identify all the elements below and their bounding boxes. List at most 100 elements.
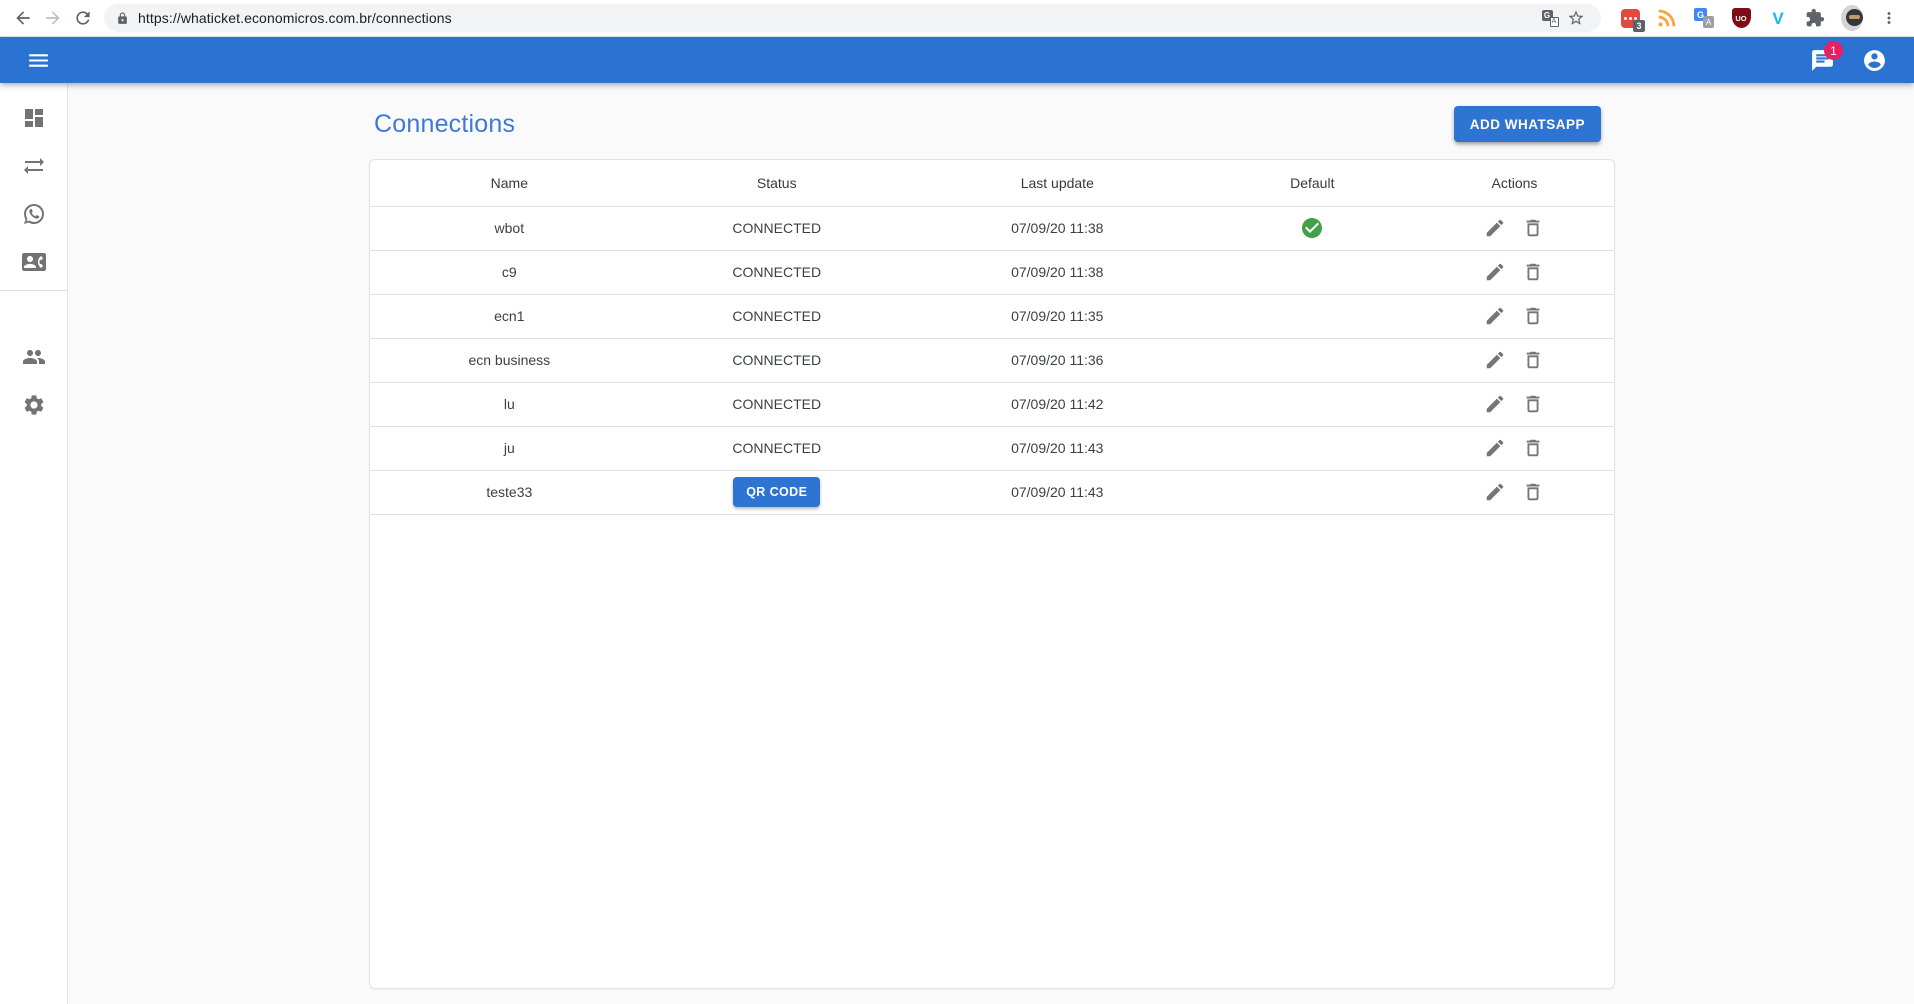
extension-badge: 3 [1633,20,1645,32]
sidebar-item-users[interactable] [0,333,67,381]
delete-icon [1522,217,1544,239]
status-text: CONNECTED [732,264,821,280]
app-bar: 1 [0,37,1914,83]
table-row: ju CONNECTED 07/09/20 11:43 [370,426,1614,470]
qr-code-button[interactable]: QR CODE [733,477,820,507]
status-text: CONNECTED [732,308,821,324]
bookmark-button[interactable] [1563,5,1589,31]
table-row: ecn business CONNECTED 07/09/20 11:36 [370,338,1614,382]
delete-button[interactable] [1519,478,1547,506]
url-text: https://whaticket.economicros.com.br/con… [138,10,1537,26]
google-translate-icon: G A [1694,8,1714,28]
add-whatsapp-button[interactable]: ADD WHATSAPP [1454,106,1601,142]
dashboard-icon [22,106,46,130]
delete-button[interactable] [1519,390,1547,418]
extension-vimeo-button[interactable]: V [1767,7,1789,29]
sidebar-item-settings[interactable] [0,381,67,429]
account-button[interactable] [1856,42,1892,78]
delete-icon [1522,393,1544,415]
sync-alt-icon [22,154,46,178]
hamburger-icon [26,48,51,73]
edit-button[interactable] [1481,302,1509,330]
browser-menu-button[interactable] [1878,7,1900,29]
edit-icon [1484,393,1506,415]
default-check-icon [1300,219,1324,235]
people-icon [22,345,46,369]
delete-icon [1522,261,1544,283]
refresh-icon [73,8,93,28]
extension-rss-button[interactable] [1656,7,1678,29]
profile-avatar [1841,5,1863,31]
edit-button[interactable] [1481,346,1509,374]
sidebar-item-dashboard[interactable] [0,94,67,142]
account-circle-icon [1862,48,1887,73]
extension-ublock-button[interactable]: UO [1730,7,1752,29]
edit-button[interactable] [1481,478,1509,506]
extensions-menu-button[interactable] [1804,7,1826,29]
main-content: Connections ADD WHATSAPP Name Status Las… [68,83,1914,1004]
delete-icon [1522,305,1544,327]
browser-profile-button[interactable] [1841,7,1863,29]
cell-last-update: 07/09/20 11:43 [905,470,1210,514]
delete-button[interactable] [1519,346,1547,374]
edit-button[interactable] [1481,390,1509,418]
column-header-actions: Actions [1415,160,1614,206]
browser-toolbar: https://whaticket.economicros.com.br/con… [0,0,1914,37]
notification-badge: 1 [1824,41,1843,60]
ublock-shield-icon: UO [1732,8,1751,28]
delete-button[interactable] [1519,214,1547,242]
status-text: CONNECTED [732,220,821,236]
notifications-button[interactable]: 1 [1804,42,1840,78]
column-header-name: Name [370,160,649,206]
extension-translate-button[interactable]: G A [1693,7,1715,29]
menu-button[interactable] [20,42,56,78]
sidebar-item-tickets[interactable] [0,190,67,238]
edit-icon [1484,437,1506,459]
cell-last-update: 07/09/20 11:36 [905,338,1210,382]
vimeo-icon: V [1772,10,1783,27]
translate-icon: G A [1542,10,1559,27]
edit-icon [1484,305,1506,327]
back-button[interactable] [8,3,38,33]
lock-icon[interactable] [116,12,129,25]
cell-last-update: 07/09/20 11:38 [905,250,1210,294]
delete-button[interactable] [1519,302,1547,330]
refresh-button[interactable] [68,3,98,33]
table-row: ecn1 CONNECTED 07/09/20 11:35 [370,294,1614,338]
gear-icon [22,393,46,417]
more-vert-icon [1880,9,1898,27]
puzzle-icon [1805,8,1825,28]
contact-phone-icon [22,250,46,274]
column-header-status: Status [649,160,905,206]
delete-icon [1522,481,1544,503]
cell-name: ju [370,426,649,470]
edit-icon [1484,261,1506,283]
delete-icon [1522,349,1544,371]
extension-red-chat-button[interactable]: 3 [1619,7,1641,29]
sidebar-item-connections[interactable] [0,142,67,190]
extensions-area: 3 G A UO V [1609,7,1906,29]
sidebar [0,83,68,1004]
connections-table: Name Status Last update Default Actions … [370,160,1614,515]
edit-button[interactable] [1481,434,1509,462]
cell-last-update: 07/09/20 11:43 [905,426,1210,470]
sidebar-item-contacts[interactable] [0,238,67,286]
cell-last-update: 07/09/20 11:42 [905,382,1210,426]
delete-icon [1522,437,1544,459]
translate-page-button[interactable]: G A [1537,5,1563,31]
table-row: lu CONNECTED 07/09/20 11:42 [370,382,1614,426]
delete-button[interactable] [1519,434,1547,462]
delete-button[interactable] [1519,258,1547,286]
cell-name: ecn business [370,338,649,382]
edit-button[interactable] [1481,258,1509,286]
forward-button[interactable] [38,3,68,33]
cell-last-update: 07/09/20 11:35 [905,294,1210,338]
edit-icon [1484,481,1506,503]
cell-name: wbot [370,206,649,250]
whatsapp-icon [22,202,46,226]
table-row: c9 CONNECTED 07/09/20 11:38 [370,250,1614,294]
cell-name: ecn1 [370,294,649,338]
edit-button[interactable] [1481,214,1509,242]
rss-icon [1657,8,1677,28]
address-bar[interactable]: https://whaticket.economicros.com.br/con… [104,4,1601,32]
